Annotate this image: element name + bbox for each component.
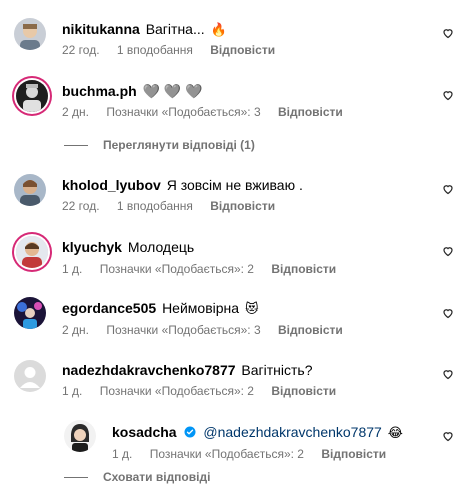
avatar[interactable] (14, 297, 46, 329)
comment-username[interactable]: buchma.ph (62, 83, 137, 99)
reply-likes[interactable]: Позначки «Подобається»: 2 (150, 447, 304, 461)
like-heart-icon[interactable] (442, 307, 454, 319)
like-heart-icon[interactable] (442, 183, 454, 195)
comment-emoji: 😻 (244, 301, 259, 316)
like-heart-icon[interactable] (442, 368, 454, 380)
comment-likes[interactable]: 1 вподобання (117, 43, 193, 57)
reply-mention-link[interactable]: @nadezhdakravchenko7877 (203, 424, 381, 440)
reply-button[interactable]: Відповісти (321, 447, 386, 461)
comment-username[interactable]: egordance505 (62, 300, 156, 316)
comment-time[interactable]: 22 год. (62, 43, 100, 57)
comment-text: Неймовірна (162, 300, 240, 316)
comment-text: Вагітна... (145, 21, 205, 37)
view-replies-button[interactable]: Переглянути відповіді (1) (103, 138, 255, 152)
comment-text: 🩶 🩶 🩶 (142, 83, 203, 99)
comment-likes[interactable]: Позначки «Подобається»: 2 (100, 384, 254, 398)
reply-button[interactable]: Відповісти (271, 384, 336, 398)
reply-button[interactable]: Відповісти (278, 105, 343, 119)
reply-username[interactable]: kosadcha (112, 424, 177, 440)
comment-text: Вагітність? (241, 362, 313, 378)
comment-likes[interactable]: 1 вподобання (117, 199, 193, 213)
avatar[interactable] (14, 18, 46, 50)
avatar[interactable] (14, 174, 46, 206)
like-heart-icon[interactable] (442, 27, 454, 39)
comment-time[interactable]: 2 дн. (62, 105, 89, 119)
comment-text: Молодець (127, 239, 195, 255)
comment-username[interactable]: kholod_lyubov (62, 177, 161, 193)
comment-time[interactable]: 1 д. (62, 262, 82, 276)
comment-time[interactable]: 22 год. (62, 199, 100, 213)
reply-button[interactable]: Відповісти (210, 43, 275, 57)
like-heart-icon[interactable] (442, 89, 454, 101)
comment-emoji: 🔥 (210, 22, 227, 37)
comment-time[interactable]: 2 дн. (62, 323, 89, 337)
reply-button[interactable]: Відповісти (271, 262, 336, 276)
comment-likes[interactable]: Позначки «Подобається»: 2 (100, 262, 254, 276)
hide-replies-button[interactable]: Сховати відповіді (103, 470, 210, 484)
comment-time[interactable]: 1 д. (62, 384, 82, 398)
thread-divider (64, 145, 88, 146)
avatar[interactable] (16, 80, 48, 112)
avatar[interactable] (16, 236, 48, 268)
comment-username[interactable]: nadezhdakravchenko7877 (62, 362, 236, 378)
comment-text: Я зовсім не вживаю . (166, 177, 303, 193)
thread-divider (64, 477, 88, 478)
avatar[interactable] (64, 420, 96, 452)
like-heart-icon[interactable] (442, 430, 454, 442)
top-edge (0, 0, 466, 6)
comment-username[interactable]: nikitukanna (62, 21, 140, 37)
verified-badge-icon (184, 424, 196, 438)
comment-likes[interactable]: Позначки «Подобається»: 3 (106, 105, 260, 119)
reply-button[interactable]: Відповісти (210, 199, 275, 213)
default-avatar-icon[interactable] (14, 360, 46, 392)
reply-time[interactable]: 1 д. (112, 447, 132, 461)
comment-likes[interactable]: Позначки «Подобається»: 3 (106, 323, 260, 337)
comment-username[interactable]: klyuchyk (62, 239, 122, 255)
reply-button[interactable]: Відповісти (278, 323, 343, 337)
reply-emoji: 😂 (387, 425, 403, 440)
like-heart-icon[interactable] (442, 245, 454, 257)
